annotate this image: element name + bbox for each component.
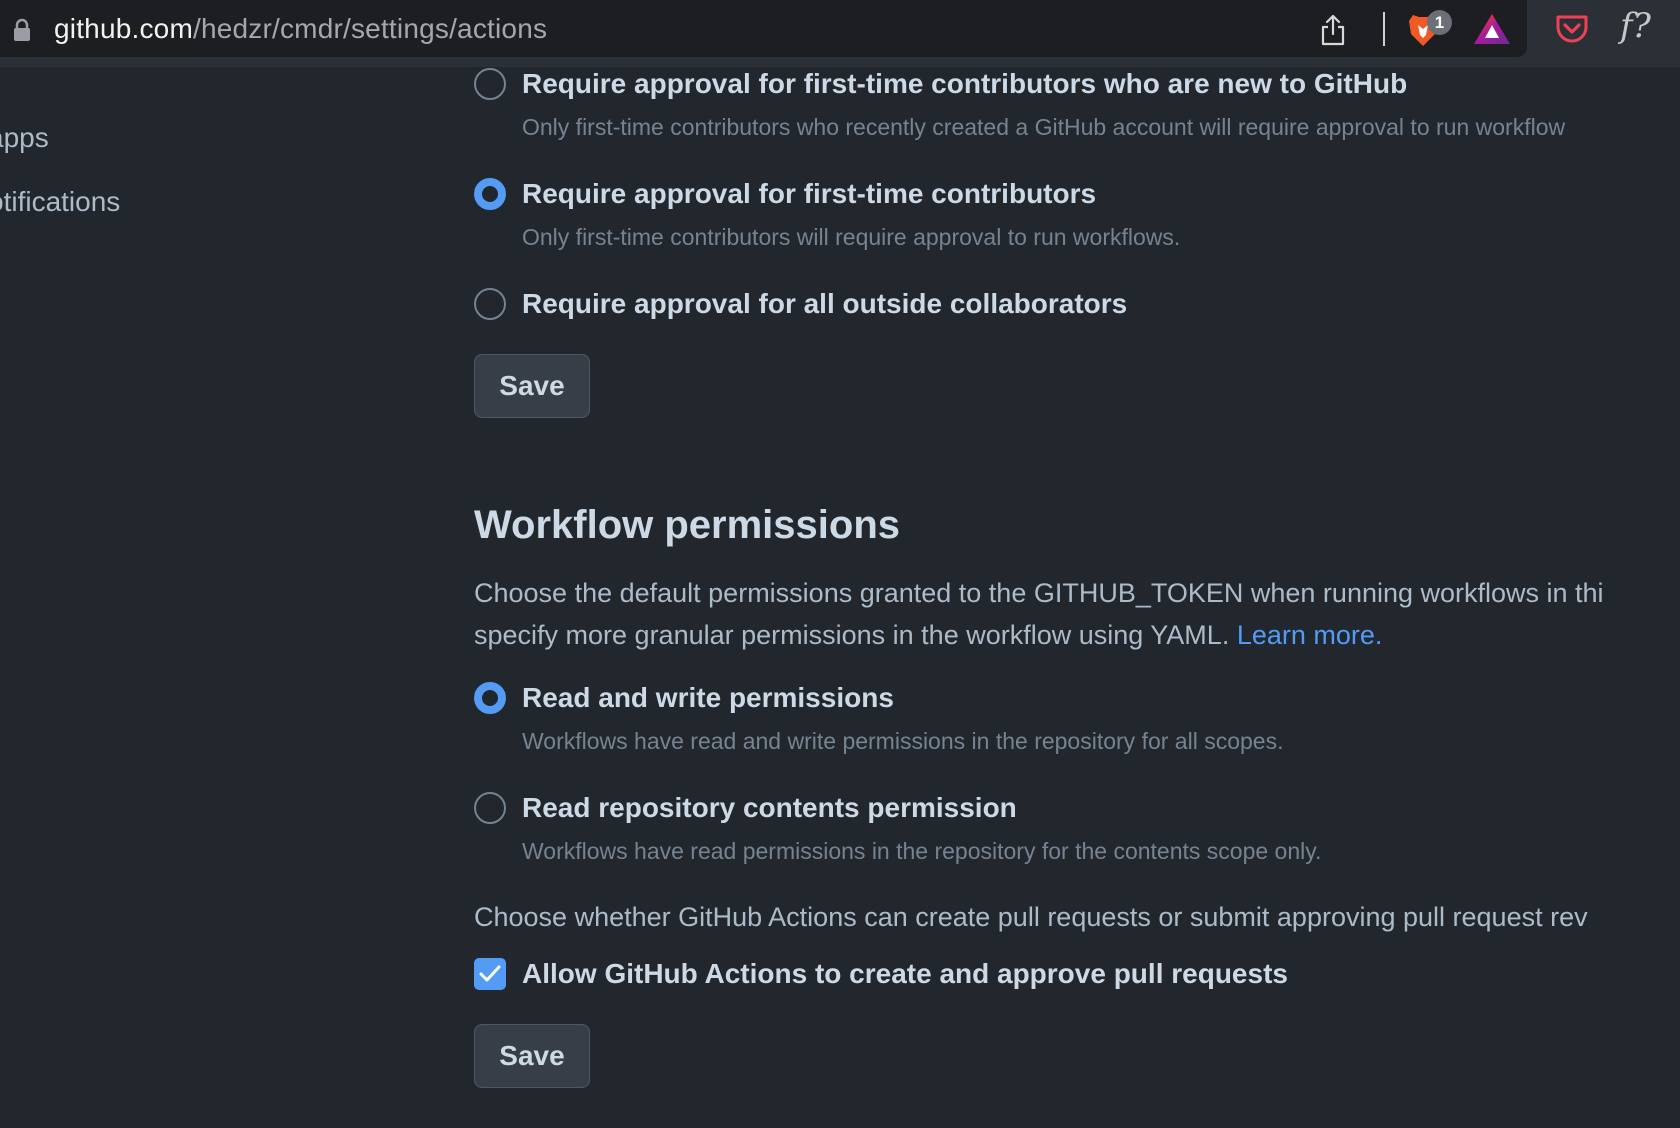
bat-rewards-icon[interactable] xyxy=(1473,12,1511,51)
extension-icon[interactable]: f? xyxy=(1620,6,1651,46)
pocket-icon[interactable] xyxy=(1555,13,1589,50)
browser-toolbar: github.com/hedzr/cmdr/settings/actions 1 xyxy=(0,0,1680,67)
share-icon[interactable] xyxy=(1318,13,1348,52)
description-text: specify more granular permissions in the… xyxy=(474,620,1230,650)
sidebar-item-apps[interactable]: apps xyxy=(0,122,49,154)
save-button[interactable]: Save xyxy=(474,1024,590,1088)
option-label[interactable]: Read repository contents permission xyxy=(522,792,1017,824)
section-title: Workflow permissions xyxy=(474,503,901,547)
shields-count-badge: 1 xyxy=(1427,10,1452,35)
pr-description: Choose whether GitHub Actions can create… xyxy=(474,902,1588,932)
checkmark-icon xyxy=(479,965,501,982)
option-label[interactable]: Require approval for first-time contribu… xyxy=(522,68,1407,100)
save-button[interactable]: Save xyxy=(474,354,590,418)
option-description: Workflows have read permissions in the r… xyxy=(522,838,1322,864)
toolbar-separator xyxy=(1383,12,1385,46)
section-description: Choose the default permissions granted t… xyxy=(474,578,1604,608)
url-host: github.com xyxy=(54,13,193,44)
radio-first-time-contributors[interactable] xyxy=(474,178,506,210)
section-description-line2: specify more granular permissions in the… xyxy=(474,620,1382,651)
url-path: /hedzr/cmdr/settings/actions xyxy=(192,13,548,44)
radio-new-to-github[interactable] xyxy=(474,68,506,100)
option-description: Only first-time contributors will requir… xyxy=(522,224,1181,250)
option-label[interactable]: Read and write permissions xyxy=(522,682,894,714)
allow-pr-checkbox[interactable] xyxy=(474,958,506,990)
lock-icon[interactable] xyxy=(12,18,32,47)
option-label[interactable]: Require approval for all outside collabo… xyxy=(522,288,1127,320)
option-description: Workflows have read and write permission… xyxy=(522,728,1284,754)
address-bar[interactable]: github.com/hedzr/cmdr/settings/actions 1 xyxy=(0,0,1527,57)
radio-read-write[interactable] xyxy=(474,682,506,714)
option-description: Only first-time contributors who recentl… xyxy=(522,114,1566,140)
learn-more-link[interactable]: Learn more. xyxy=(1237,620,1383,650)
option-label[interactable]: Require approval for first-time contribu… xyxy=(522,178,1096,210)
radio-outside-collaborators[interactable] xyxy=(474,288,506,320)
url-text[interactable]: github.com/hedzr/cmdr/settings/actions xyxy=(54,13,547,45)
sidebar-item-notifications[interactable]: otifications xyxy=(0,186,120,218)
checkbox-label[interactable]: Allow GitHub Actions to create and appro… xyxy=(522,958,1288,990)
radio-read-contents[interactable] xyxy=(474,792,506,824)
